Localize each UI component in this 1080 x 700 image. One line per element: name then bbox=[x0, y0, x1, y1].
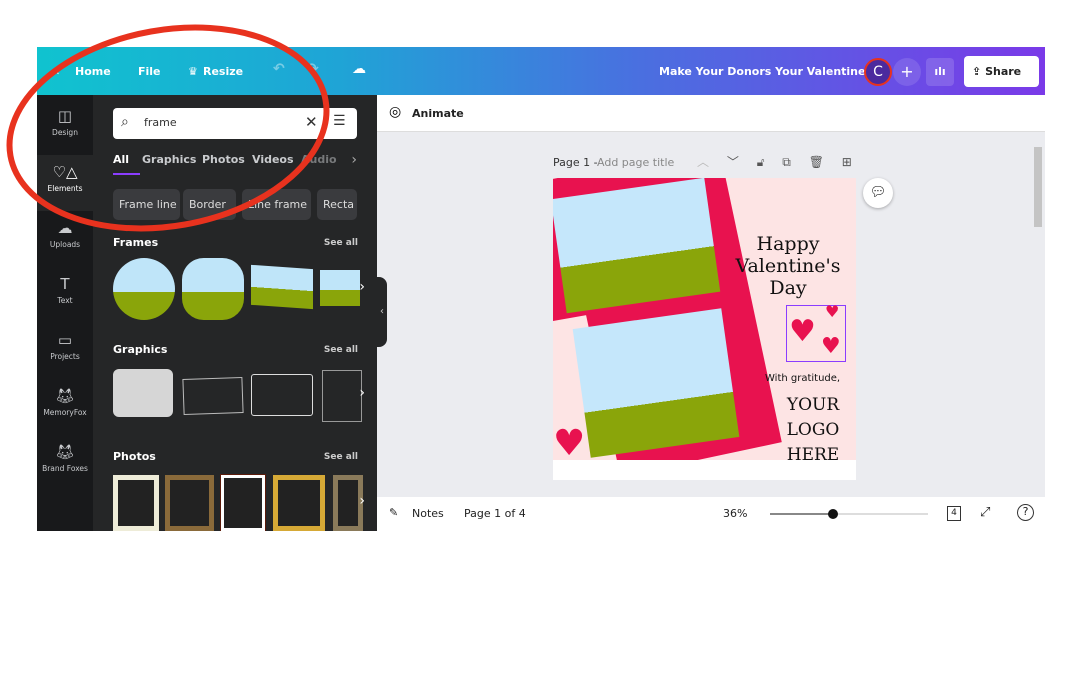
red-annotation-circle bbox=[6, 24, 330, 232]
